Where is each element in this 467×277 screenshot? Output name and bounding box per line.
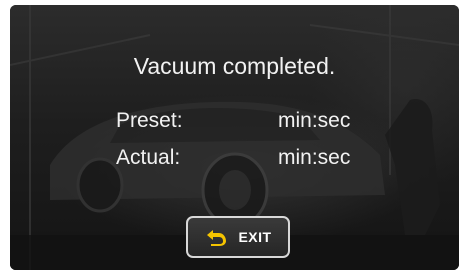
exit-label: EXIT: [238, 229, 272, 245]
actual-label: Actual:: [116, 146, 181, 169]
preset-label: Preset:: [116, 109, 183, 132]
vacuum-complete-screen: Vacuum completed. Preset: min:sec Actual…: [10, 5, 459, 270]
exit-button[interactable]: EXIT: [186, 216, 290, 258]
preset-value: min:sec: [278, 109, 351, 132]
actual-value: min:sec: [278, 146, 351, 169]
status-message: Vacuum completed.: [133, 53, 336, 79]
return-arrow-icon: [207, 230, 227, 246]
